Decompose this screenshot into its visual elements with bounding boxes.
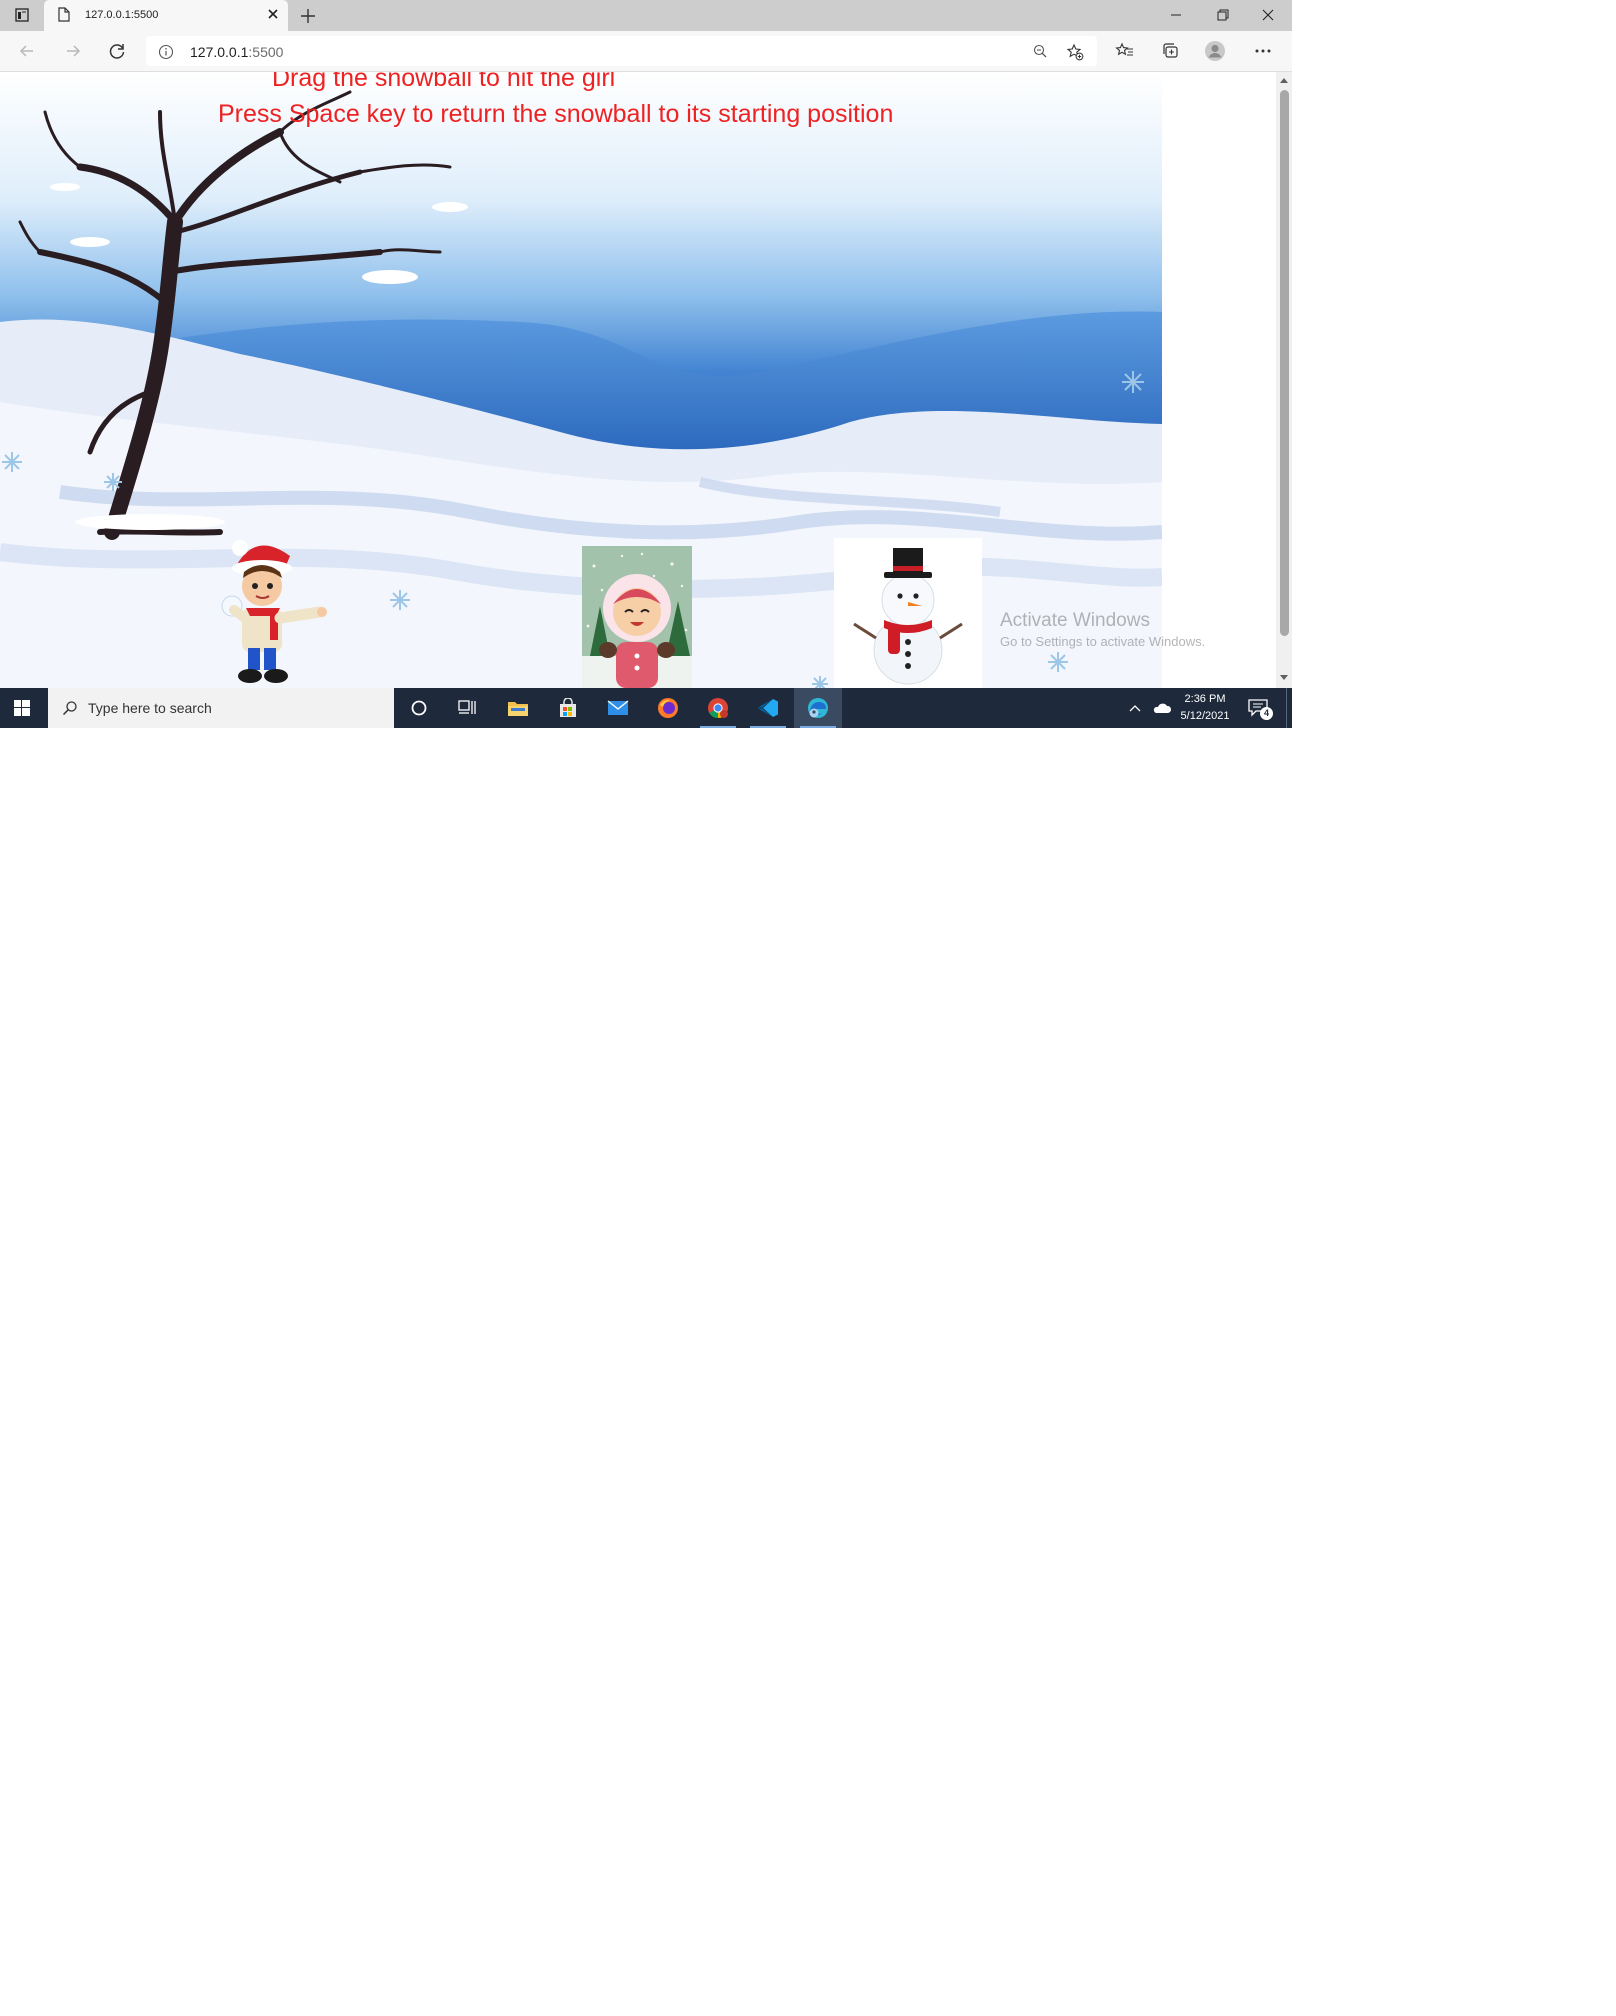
taskbar-chrome[interactable] <box>694 688 742 728</box>
url-field[interactable]: 127.0.0.1:5500 <box>146 36 1097 66</box>
taskbar-edge[interactable] <box>794 688 842 728</box>
boy-character <box>221 540 327 683</box>
scrollbar-thumb[interactable] <box>1280 90 1289 636</box>
clock-time: 2:36 PM <box>1184 693 1226 705</box>
clock-date: 5/12/2021 <box>1180 710 1230 722</box>
page-viewport: Drag the snowball to hit the girl Press … <box>0 72 1292 688</box>
taskbar-store[interactable] <box>544 688 592 728</box>
search-icon <box>62 701 77 716</box>
close-tab-icon[interactable] <box>265 6 281 22</box>
screen: 127.0.0.1:5500 127.0.0.1:5500 Drag the s… <box>0 0 1292 728</box>
taskbar-search-box[interactable]: Type here to search <box>48 688 394 728</box>
start-windows-icon[interactable] <box>14 700 30 716</box>
tab-title: 127.0.0.1:5500 <box>85 9 159 21</box>
refresh-icon[interactable] <box>106 40 128 62</box>
new-tab-icon[interactable] <box>298 6 318 26</box>
mail-icon <box>607 700 629 715</box>
notification-center-button[interactable]: 4 <box>1244 688 1280 728</box>
scroll-down-icon[interactable] <box>1279 674 1289 682</box>
taskbar-firefox[interactable] <box>644 688 692 728</box>
tab-bar: 127.0.0.1:5500 <box>0 0 1292 31</box>
edge-icon <box>808 698 828 718</box>
taskbar-vscode[interactable] <box>744 688 792 728</box>
add-favorite-icon[interactable] <box>1066 43 1084 61</box>
cortana-button[interactable] <box>395 688 443 728</box>
instruction-drag: Drag the snowball to hit the girl <box>272 72 616 92</box>
favorites-icon[interactable] <box>1114 40 1136 62</box>
snowman-character <box>834 538 982 688</box>
profile-avatar-icon[interactable] <box>1204 40 1226 62</box>
search-placeholder: Type here to search <box>88 700 212 716</box>
info-icon[interactable] <box>158 44 174 60</box>
tab-active[interactable]: 127.0.0.1:5500 <box>44 0 288 31</box>
onedrive-icon[interactable] <box>1152 701 1172 715</box>
folder-icon <box>508 702 528 716</box>
scroll-up-icon[interactable] <box>1279 76 1289 84</box>
restore-icon[interactable] <box>1202 4 1242 26</box>
system-clock[interactable]: 2:36 PM 5/12/2021 <box>1170 691 1240 725</box>
close-window-icon[interactable] <box>1248 4 1288 26</box>
winter-scene-background <box>0 72 1162 688</box>
show-desktop-button[interactable] <box>1286 688 1292 728</box>
notification-badge: 4 <box>1260 707 1273 720</box>
vscode-icon <box>758 699 778 717</box>
instruction-space-key: Press Space key to return the snowball t… <box>218 100 894 128</box>
activate-windows-watermark: Activate Windows Go to Settings to activ… <box>1000 610 1205 649</box>
chrome-icon <box>708 698 728 719</box>
more-options-icon[interactable] <box>1252 40 1274 62</box>
address-bar: 127.0.0.1:5500 <box>0 31 1292 72</box>
girl-target[interactable] <box>582 546 692 688</box>
minimize-icon[interactable] <box>1156 4 1196 26</box>
taskbar-file-explorer[interactable] <box>494 688 542 728</box>
watermark-title: Activate Windows <box>1000 610 1150 631</box>
firefox-icon <box>658 698 678 718</box>
task-view-button[interactable] <box>444 688 492 728</box>
page-icon <box>58 7 70 22</box>
forward-icon[interactable] <box>62 40 84 62</box>
show-hidden-icons-icon[interactable] <box>1128 702 1142 714</box>
watermark-subtitle: Go to Settings to activate Windows. <box>1000 634 1206 649</box>
collections-icon[interactable] <box>1160 40 1182 62</box>
store-icon <box>560 698 576 717</box>
taskbar-mail[interactable] <box>594 688 642 728</box>
vertical-scrollbar[interactable] <box>1276 72 1292 688</box>
cortana-icon <box>411 700 427 716</box>
windows-taskbar: Type here to search 2:36 PM 5/12/2021 4 <box>0 688 1292 728</box>
zoom-out-icon[interactable] <box>1032 43 1048 59</box>
task-view-icon <box>458 700 476 714</box>
tab-actions-icon[interactable] <box>14 7 30 23</box>
url-text: 127.0.0.1:5500 <box>190 44 284 60</box>
back-icon[interactable] <box>16 40 38 62</box>
